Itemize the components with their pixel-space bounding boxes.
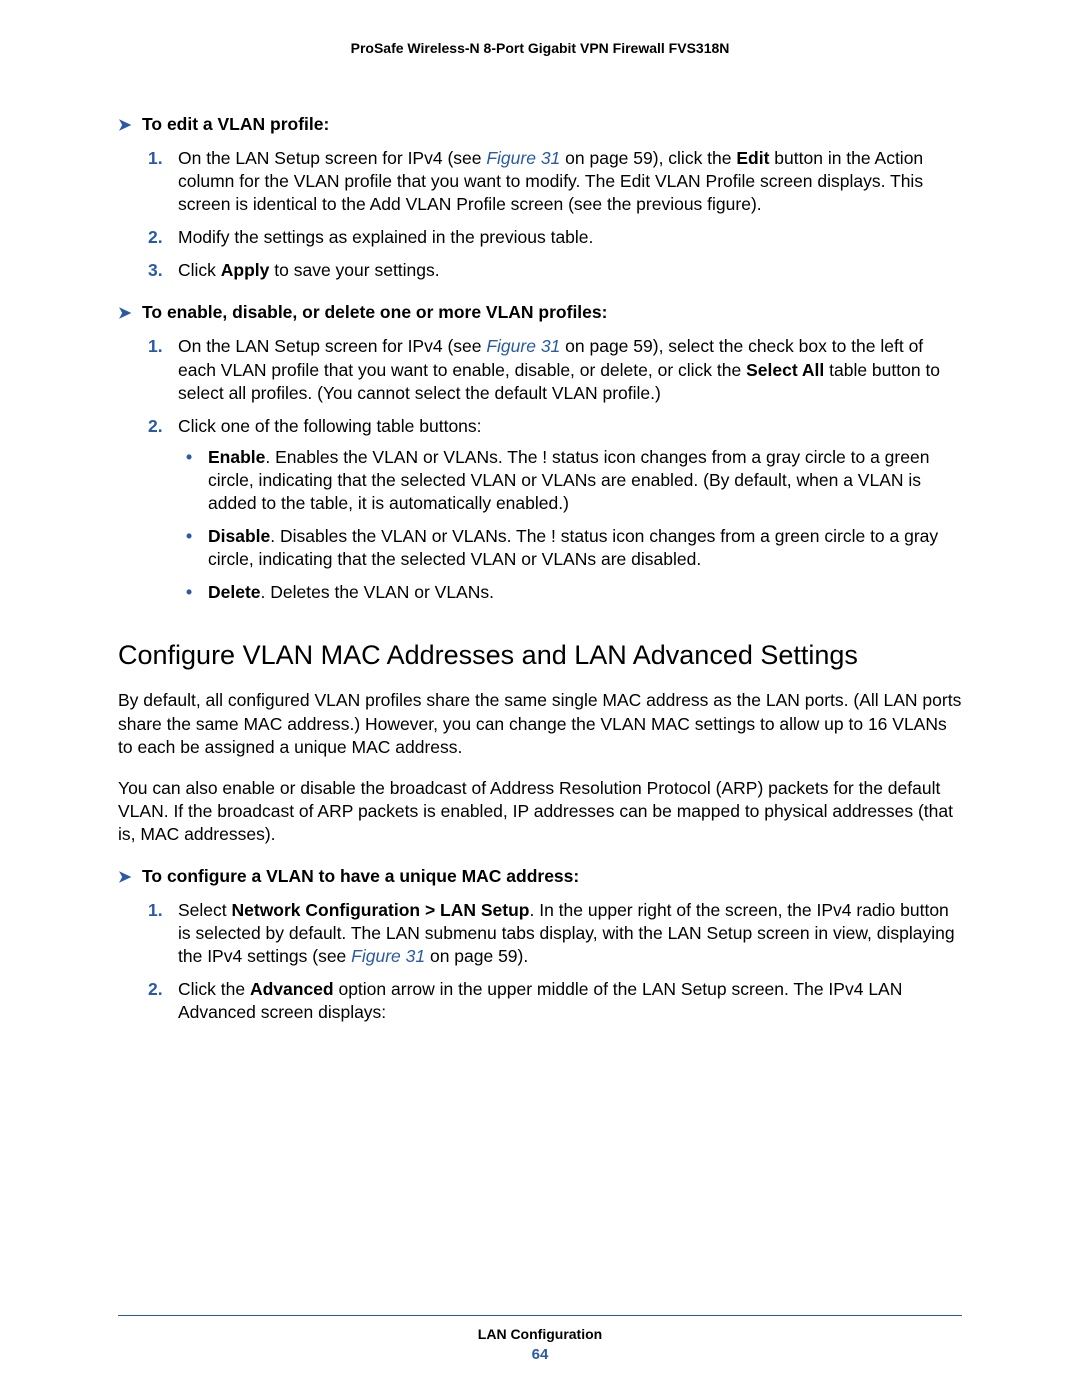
arrow-icon: ➤	[118, 867, 142, 887]
step-number: 1.	[148, 147, 163, 170]
figure-reference-link[interactable]: Figure 31	[486, 148, 560, 168]
text-run: . Disables the VLAN or VLANs. The ! stat…	[208, 526, 938, 569]
bullet-dot-icon: •	[186, 446, 192, 469]
bullet-dot-icon: •	[186, 525, 192, 548]
step-number: 1.	[148, 335, 163, 358]
step-item: 2. Modify the settings as explained in th…	[118, 226, 962, 249]
figure-reference-link[interactable]: Figure 31	[351, 946, 425, 966]
step-item: 2. Click one of the following table butto…	[118, 415, 962, 605]
step-item: 2.Click the Advanced option arrow in the…	[118, 978, 962, 1024]
text-run: Select	[178, 900, 232, 920]
text-run: on page 59).	[425, 946, 528, 966]
procedure-heading-edit-vlan: ➤To edit a VLAN profile:	[118, 114, 962, 135]
text-run: Enable	[208, 447, 265, 467]
text-run: . Deletes the VLAN or VLANs.	[261, 582, 494, 602]
procedure-steps: 1. Select Network Configuration > LAN Set…	[118, 899, 962, 1024]
step-number: 2.	[148, 415, 163, 438]
body-paragraph: By default, all configured VLAN profiles…	[118, 689, 962, 758]
text-run: Select All	[746, 360, 824, 380]
procedure-heading-text: To configure a VLAN to have a unique MAC…	[142, 866, 579, 886]
step-item: 1.On the LAN Setup screen for IPv4 (see …	[118, 147, 962, 216]
procedure-heading-text: To enable, disable, or delete one or mor…	[142, 302, 607, 322]
footer-page-number: 64	[118, 1346, 962, 1363]
step-number: 2.	[148, 226, 163, 249]
document-page: ProSafe Wireless-N 8-Port Gigabit VPN Fi…	[0, 0, 1080, 1397]
step-item: 3. Click Apply to save your settings.	[118, 259, 962, 282]
bullet-dot-icon: •	[186, 581, 192, 604]
text-run: Advanced	[250, 979, 334, 999]
procedure-heading-configure-unique-mac: ➤To configure a VLAN to have a unique MA…	[118, 866, 962, 887]
text-run: on page 59), click the	[560, 148, 736, 168]
bullet-item: • Disable. Disables the VLAN or VLANs. Th…	[178, 525, 962, 571]
text-run: Click one of the following table buttons…	[178, 416, 482, 436]
section-heading-configure-vlan-mac: Configure VLAN MAC Addresses and LAN Adv…	[118, 640, 962, 671]
bullet-list: • Enable. Enables the VLAN or VLANs. The …	[178, 446, 962, 605]
text-run: Disable	[208, 526, 270, 546]
bullet-item: • Enable. Enables the VLAN or VLANs. The …	[178, 446, 962, 515]
bullet-item: • Delete. Deletes the VLAN or VLANs.	[178, 581, 962, 604]
step-item: 1.On the LAN Setup screen for IPv4 (see …	[118, 335, 962, 404]
procedure-steps: 1.On the LAN Setup screen for IPv4 (see …	[118, 147, 962, 282]
footer-chapter-label: LAN Configuration	[118, 1326, 962, 1342]
text-run: Apply	[221, 260, 270, 280]
text-run: On the LAN Setup screen for IPv4 (see	[178, 148, 486, 168]
text-run: Click the	[178, 979, 250, 999]
figure-reference-link[interactable]: Figure 31	[486, 336, 560, 356]
text-run: Edit	[736, 148, 769, 168]
text-run: On the LAN Setup screen for IPv4 (see	[178, 336, 486, 356]
page-footer: LAN Configuration 64	[118, 1315, 962, 1363]
arrow-icon: ➤	[118, 303, 142, 323]
procedure-heading-enable-disable-delete: ➤To enable, disable, or delete one or mo…	[118, 302, 962, 323]
step-number: 3.	[148, 259, 163, 282]
text-run: Click	[178, 260, 221, 280]
arrow-icon: ➤	[118, 115, 142, 135]
page-header: ProSafe Wireless-N 8-Port Gigabit VPN Fi…	[118, 40, 962, 56]
procedure-steps: 1.On the LAN Setup screen for IPv4 (see …	[118, 335, 962, 604]
step-number: 1.	[148, 899, 163, 922]
body-paragraph: You can also enable or disable the broad…	[118, 777, 962, 846]
text-run: Modify the settings as explained in the …	[178, 227, 593, 247]
text-run: Network Configuration > LAN Setup	[232, 900, 530, 920]
procedure-heading-text: To edit a VLAN profile:	[142, 114, 329, 134]
text-run: Delete	[208, 582, 261, 602]
step-number: 2.	[148, 978, 163, 1001]
step-item: 1. Select Network Configuration > LAN Set…	[118, 899, 962, 968]
text-run: to save your settings.	[269, 260, 439, 280]
text-run: . Enables the VLAN or VLANs. The ! statu…	[208, 447, 929, 513]
footer-rule	[118, 1315, 962, 1316]
